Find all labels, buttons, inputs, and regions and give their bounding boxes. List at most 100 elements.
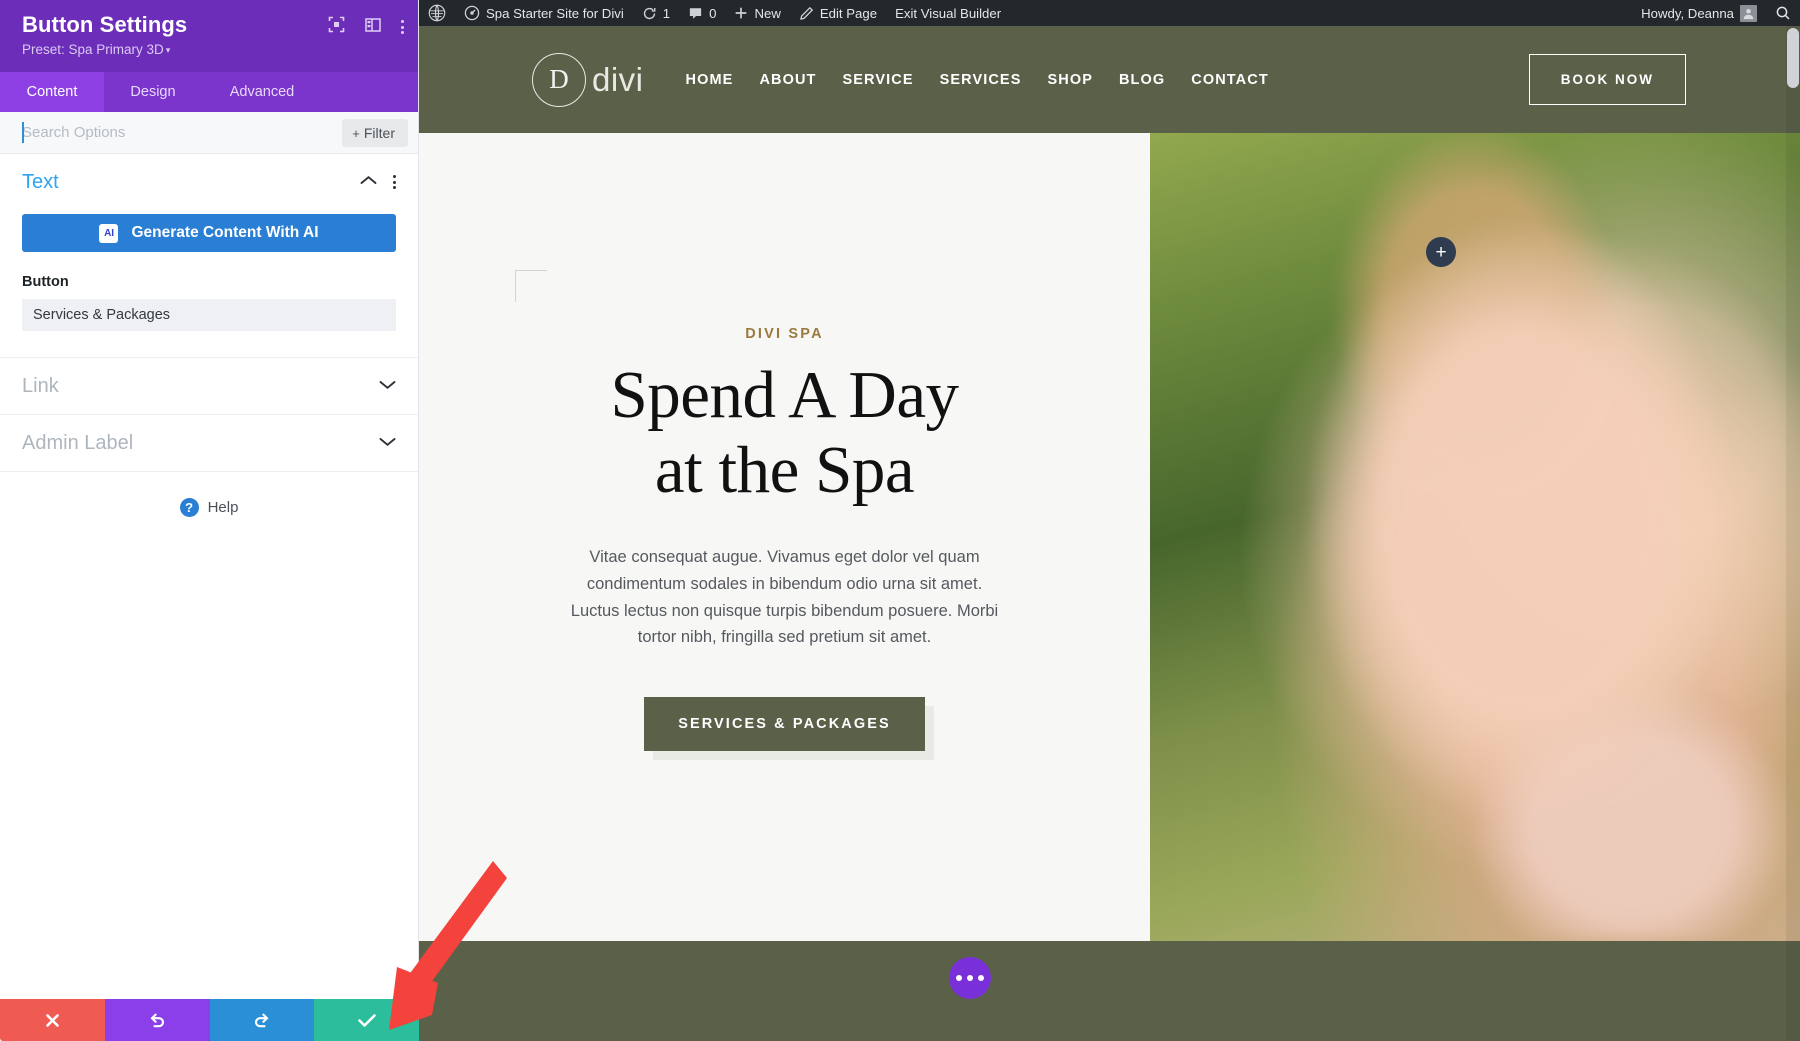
nav-item-shop[interactable]: SHOP — [1047, 72, 1093, 88]
updates-count: 1 — [662, 5, 671, 21]
nav-item-service[interactable]: SERVICE — [843, 72, 914, 88]
panel-body: Text AI Generate Content With AI Button — [0, 154, 418, 999]
tab-design[interactable]: Design — [104, 72, 202, 112]
tab-advanced[interactable]: Advanced — [202, 72, 322, 112]
wordpress-logo-icon[interactable] — [419, 0, 455, 26]
howdy-label: Howdy, Deanna — [1641, 5, 1734, 21]
comments-count: 0 — [709, 5, 717, 21]
cancel-button[interactable] — [0, 999, 105, 1041]
nav-item-services[interactable]: SERVICES — [940, 72, 1022, 88]
section-admin-label-header[interactable]: Admin Label — [22, 415, 396, 471]
nav-item-blog[interactable]: BLOG — [1119, 72, 1165, 88]
builder-bottom-strip — [419, 941, 1800, 1041]
panel-preset-selector[interactable]: Preset: Spa Primary 3D ▾ — [22, 41, 400, 60]
generate-ai-label: Generate Content With AI — [131, 224, 319, 241]
panel-header-icons — [328, 16, 404, 38]
more-vertical-icon[interactable] — [401, 20, 404, 34]
site-logo[interactable]: D divi — [532, 52, 644, 107]
chevron-down-icon[interactable] — [379, 377, 396, 395]
hero-eyebrow: DIVI SPA — [745, 326, 824, 342]
generate-content-with-ai-button[interactable]: AI Generate Content With AI — [22, 214, 396, 252]
panel-tabs: Content Design Advanced — [0, 72, 418, 112]
search-row: +Filter — [0, 112, 418, 154]
new-label: New — [754, 5, 781, 21]
hero-title: Spend A Day at the Spa — [610, 358, 959, 508]
panel-footer — [0, 999, 419, 1041]
filter-button-label: Filter — [363, 124, 395, 141]
comments-item[interactable]: 0 — [679, 0, 725, 26]
visual-builder-preview: D divi HOME ABOUT SERVICE SERVICES SHOP … — [419, 26, 1800, 1041]
panel-preset-label: Preset: Spa Primary 3D — [22, 42, 164, 57]
nav-item-about[interactable]: ABOUT — [759, 72, 816, 88]
nav-item-contact[interactable]: CONTACT — [1191, 72, 1269, 88]
help-link[interactable]: ? Help — [0, 472, 418, 517]
layout-columns-icon[interactable] — [365, 17, 381, 38]
pencil-icon — [799, 6, 814, 20]
exit-visual-builder-item[interactable]: Exit Visual Builder — [886, 0, 1010, 26]
filter-button[interactable]: + Filter — [342, 118, 408, 147]
redo-button[interactable] — [209, 999, 315, 1041]
site-logo-word: divi — [592, 60, 644, 98]
updates-item[interactable]: 1 — [633, 0, 679, 26]
save-button[interactable] — [314, 999, 419, 1041]
hero-text-column: DIVI SPA Spend A Day at the Spa Vitae co… — [419, 133, 1150, 941]
section-text: Text AI Generate Content With AI Button — [0, 154, 418, 358]
section-link-title: Link — [22, 374, 59, 397]
page-scrollbar-track[interactable] — [1786, 26, 1800, 1041]
new-content-item[interactable]: New — [725, 0, 789, 26]
chevron-up-icon[interactable] — [360, 173, 377, 191]
search-icon — [1776, 6, 1790, 20]
section-text-title: Text — [22, 170, 59, 193]
section-link-header[interactable]: Link — [22, 358, 396, 414]
site-header: D divi HOME ABOUT SERVICE SERVICES SHOP … — [419, 26, 1800, 133]
section-text-content: AI Generate Content With AI Button — [22, 210, 396, 357]
section-link: Link — [0, 358, 418, 415]
plus-icon — [735, 7, 748, 19]
help-icon: ? — [179, 498, 199, 517]
primary-nav: HOME ABOUT SERVICE SERVICES SHOP BLOG CO… — [686, 72, 1269, 88]
edit-page-label: Edit Page — [819, 5, 878, 21]
services-and-packages-button[interactable]: SERVICES & PACKAGES — [644, 696, 925, 751]
button-text-input[interactable] — [22, 299, 396, 331]
tab-content[interactable]: Content — [0, 72, 104, 112]
section-admin-label: Admin Label — [0, 415, 418, 472]
chevron-down-icon: ▾ — [165, 45, 171, 55]
search-input[interactable] — [22, 124, 343, 141]
avatar — [1740, 4, 1757, 22]
divi-logo-icon: D — [532, 52, 586, 107]
nav-item-home[interactable]: HOME — [686, 72, 734, 88]
button-field-label: Button — [22, 274, 69, 290]
focus-target-icon[interactable] — [328, 16, 345, 38]
plus-icon: + — [352, 125, 360, 141]
edit-page-item[interactable]: Edit Page — [790, 0, 886, 26]
account-item[interactable]: Howdy, Deanna — [1632, 0, 1766, 26]
section-text-more-icon[interactable] — [393, 175, 396, 189]
section-admin-label-title: Admin Label — [22, 431, 134, 454]
book-now-button[interactable]: BOOK NOW — [1528, 54, 1686, 105]
exit-visual-builder-label: Exit Visual Builder — [895, 5, 1002, 21]
comment-icon — [690, 7, 702, 19]
chevron-down-icon[interactable] — [379, 434, 396, 452]
page-scrollbar-thumb[interactable] — [1787, 28, 1799, 88]
hero-title-line1: Spend A Day — [610, 358, 959, 432]
hero-title-line2: at the Spa — [654, 433, 915, 508]
ai-badge-icon: AI — [99, 223, 119, 243]
button-settings-panel: Button Settings Preset: Spa Primary 3D▾ — [0, 0, 419, 1041]
text-cursor — [22, 122, 24, 143]
panel-header: Button Settings Preset: Spa Primary 3D ▾ — [0, 0, 418, 72]
site-name-item[interactable]: Spa Starter Site for Divi — [455, 0, 633, 26]
admin-search-button[interactable] — [1766, 0, 1800, 26]
decorative-corner-bracket — [515, 270, 547, 302]
hero-cta-wrapper: SERVICES & PACKAGES — [644, 696, 925, 751]
builder-menu-button[interactable] — [949, 957, 991, 999]
help-label: Help — [207, 499, 239, 516]
section-text-header[interactable]: Text — [22, 154, 396, 210]
hero-section: DIVI SPA Spend A Day at the Spa Vitae co… — [419, 133, 1800, 941]
add-module-button[interactable]: + — [1426, 237, 1456, 267]
update-icon — [643, 7, 656, 19]
site-name-label: Spa Starter Site for Divi — [486, 5, 624, 21]
wordpress-admin-bar: Spa Starter Site for Divi 1 0 New Edit P… — [419, 0, 1800, 26]
undo-button[interactable] — [104, 999, 210, 1041]
dashboard-icon — [464, 5, 480, 21]
screen-root: Button Settings Preset: Spa Primary 3D▾ — [0, 0, 1800, 1041]
